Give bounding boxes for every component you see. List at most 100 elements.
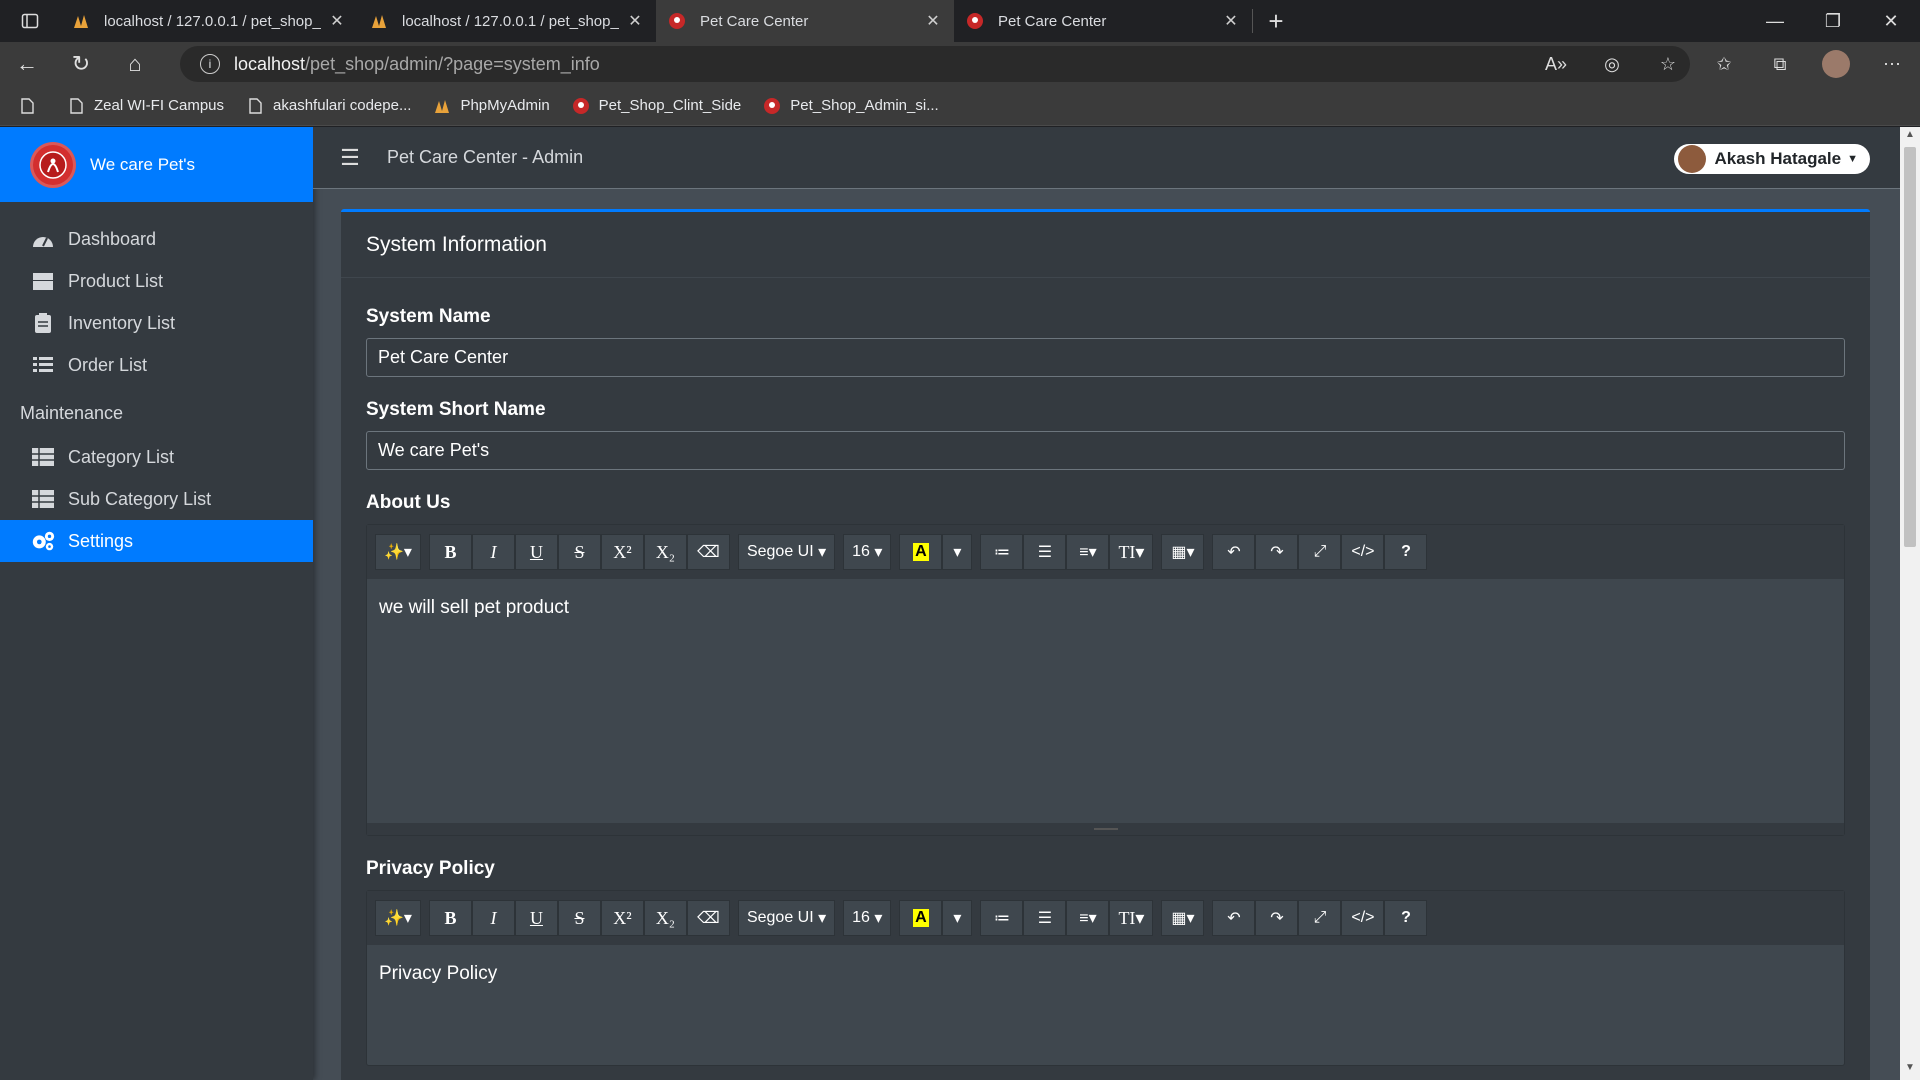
profile-avatar[interactable] [1808, 42, 1864, 86]
hamburger-menu-icon[interactable]: ☰ [313, 145, 387, 171]
tab-actions-button[interactable] [0, 0, 60, 42]
font-size-dropdown[interactable]: 16 ▾ [843, 900, 892, 936]
sidebar-item-product-list[interactable]: Product List [0, 260, 313, 302]
bookmark-item[interactable]: Pet_Shop_Admin_si... [763, 97, 939, 115]
italic-button[interactable]: I [471, 900, 515, 936]
color-dropdown-button[interactable]: ▾ [942, 534, 973, 570]
back-button[interactable]: ← [0, 42, 54, 86]
browser-tab-2[interactable]: localhost / 127.0.0.1 / pet_shop_ ✕ [358, 0, 656, 42]
close-tab-icon[interactable]: ✕ [328, 11, 346, 31]
reload-button[interactable]: ↻ [54, 42, 108, 86]
close-tab-icon[interactable]: ✕ [1222, 11, 1240, 31]
browser-toolbar-icons: A» ◎ ☆ ✩ ⧉ ⋯ [1528, 42, 1920, 86]
minimize-button[interactable]: — [1746, 0, 1804, 42]
tracking-icon[interactable]: ◎ [1584, 42, 1640, 86]
maximize-button[interactable]: ❐ [1804, 0, 1862, 42]
browser-tab-4[interactable]: Pet Care Center ✕ [954, 0, 1252, 42]
sidebar-item-category-list[interactable]: Category List [0, 436, 313, 478]
info-icon[interactable]: i [200, 54, 220, 74]
bookmark-page-icon-only[interactable] [18, 97, 45, 115]
help-button[interactable]: ? [1384, 534, 1428, 570]
collections-icon[interactable]: ⧉ [1752, 42, 1808, 86]
highlight-color-button[interactable]: A [899, 900, 943, 936]
line-height-button[interactable]: TI▾ [1109, 534, 1154, 570]
add-favorite-icon[interactable]: ☆ [1640, 42, 1696, 86]
bold-button[interactable]: B [428, 534, 472, 570]
sidebar-item-sub-category-list[interactable]: Sub Category List [0, 478, 313, 520]
more-menu-icon[interactable]: ⋯ [1864, 42, 1920, 86]
eraser-button[interactable]: ⌫ [686, 900, 730, 936]
short-name-input[interactable]: We care Pet's [366, 431, 1845, 470]
code-view-button[interactable]: </> [1341, 534, 1385, 570]
color-dropdown-button[interactable]: ▾ [942, 900, 973, 936]
close-window-button[interactable]: ✕ [1862, 0, 1920, 42]
ordered-list-button[interactable]: ≔ [980, 900, 1024, 936]
close-tab-icon[interactable]: ✕ [626, 11, 644, 31]
strikethrough-button[interactable]: S [557, 900, 601, 936]
sidebar-item-inventory-list[interactable]: Inventory List [0, 302, 313, 344]
bold-button[interactable]: B [428, 900, 472, 936]
highlight-color-button[interactable]: A [899, 534, 943, 570]
sidebar-item-label: Product List [68, 270, 164, 291]
table-insert-button[interactable]: ▦▾ [1161, 900, 1205, 936]
sidebar-item-dashboard[interactable]: Dashboard [0, 218, 313, 260]
brand-text: We care Pet's [90, 154, 195, 174]
scroll-up-icon[interactable]: ▲ [1900, 129, 1920, 145]
ordered-list-button[interactable]: ≔ [980, 534, 1024, 570]
table-insert-button[interactable]: ▦▾ [1161, 534, 1205, 570]
redo-button[interactable]: ↷ [1255, 900, 1299, 936]
font-size-value: 16 [852, 543, 870, 560]
bookmark-item[interactable]: Zeal WI-FI Campus [67, 97, 224, 115]
user-menu-button[interactable]: Akash Hatagale ▼ [1674, 144, 1870, 174]
redo-button[interactable]: ↷ [1255, 534, 1299, 570]
paragraph-align-button[interactable]: ≡▾ [1066, 900, 1110, 936]
unordered-list-button[interactable]: ☰ [1023, 534, 1067, 570]
style-button[interactable]: ✨▾ [375, 900, 421, 936]
sidebar-item-order-list[interactable]: Order List [0, 344, 313, 386]
unordered-list-button[interactable]: ☰ [1023, 900, 1067, 936]
undo-button[interactable]: ↶ [1212, 534, 1256, 570]
strikethrough-button[interactable]: S [557, 534, 601, 570]
privacy-policy-content[interactable]: Privacy Policy [367, 945, 1844, 1065]
subscript-button[interactable]: X₂ [643, 900, 687, 936]
favorites-icon[interactable]: ✩ [1696, 42, 1752, 86]
code-view-button[interactable]: </> [1341, 900, 1385, 936]
help-button[interactable]: ? [1384, 900, 1428, 936]
page-content: We care Pet's Dashboard Product List Inv… [0, 127, 1900, 1080]
editor-resize-handle[interactable] [367, 823, 1844, 835]
font-name-dropdown[interactable]: Segoe UI ▾ [737, 900, 836, 936]
system-name-input[interactable]: Pet Care Center [366, 338, 1845, 377]
close-tab-icon[interactable]: ✕ [924, 11, 942, 31]
superscript-button[interactable]: X² [600, 534, 644, 570]
editor-toolbar: ✨▾ B I U S X² X₂ ⌫ Segoe UI ▾ 16 ▾ A ▾ ≔… [367, 891, 1844, 945]
font-name-dropdown[interactable]: Segoe UI ▾ [737, 534, 836, 570]
page-scrollbar[interactable]: ▲ ▼ [1900, 127, 1920, 1080]
sidebar-item-settings[interactable]: Settings [0, 520, 313, 562]
italic-button[interactable]: I [471, 534, 515, 570]
line-height-button[interactable]: TI▾ [1109, 900, 1154, 936]
underline-button[interactable]: U [514, 534, 558, 570]
underline-button[interactable]: U [514, 900, 558, 936]
paragraph-align-button[interactable]: ≡▾ [1066, 534, 1110, 570]
subscript-button[interactable]: X₂ [643, 534, 687, 570]
bookmark-item[interactable]: akashfulari codepe... [246, 97, 411, 115]
style-button[interactable]: ✨▾ [375, 534, 421, 570]
read-aloud-icon[interactable]: A» [1528, 42, 1584, 86]
scrollbar-thumb[interactable] [1904, 147, 1916, 547]
home-button[interactable]: ⌂ [108, 42, 162, 86]
bookmark-item[interactable]: Pet_Shop_Clint_Side [572, 97, 741, 115]
new-tab-button[interactable]: + [1253, 0, 1299, 42]
eraser-button[interactable]: ⌫ [686, 534, 730, 570]
fullscreen-button[interactable]: ⤢ [1298, 900, 1342, 936]
brand-link[interactable]: We care Pet's [0, 127, 313, 202]
undo-button[interactable]: ↶ [1212, 900, 1256, 936]
fullscreen-button[interactable]: ⤢ [1298, 534, 1342, 570]
scroll-down-icon[interactable]: ▼ [1900, 1062, 1920, 1078]
superscript-button[interactable]: X² [600, 900, 644, 936]
url-field[interactable]: i localhost/pet_shop/admin/?page=system_… [180, 46, 1690, 82]
browser-tab-1[interactable]: localhost / 127.0.0.1 / pet_shop_ ✕ [60, 0, 358, 42]
about-us-content[interactable]: we will sell pet product [367, 579, 1844, 823]
bookmark-item[interactable]: PhpMyAdmin [433, 97, 550, 115]
font-size-dropdown[interactable]: 16 ▾ [843, 534, 892, 570]
browser-tab-3[interactable]: Pet Care Center ✕ [656, 0, 954, 42]
